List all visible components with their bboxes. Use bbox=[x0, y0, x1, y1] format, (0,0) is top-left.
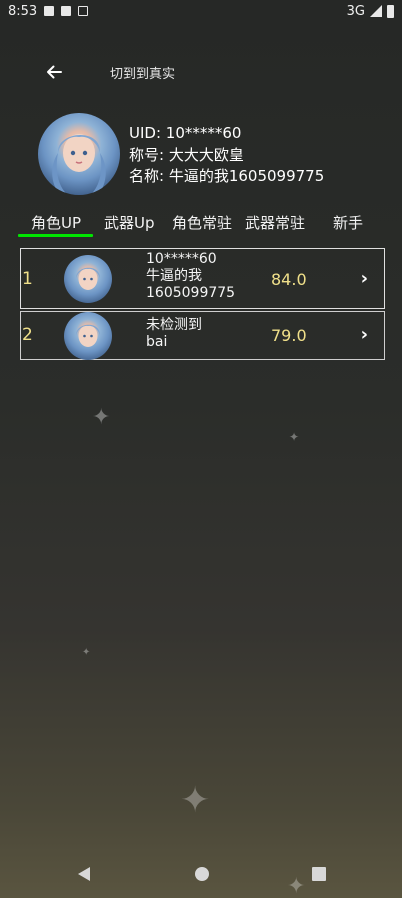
rank-number: 1 bbox=[22, 269, 33, 289]
sd-card-icon bbox=[61, 6, 72, 16]
chevron-right-icon[interactable]: › bbox=[361, 324, 368, 345]
status-right: 3G bbox=[347, 4, 394, 19]
rank-score: 84.0 bbox=[271, 270, 307, 289]
profile-card: UID: 10*****60 称号: 大大大欧皇 名称: 牛逼的我1605099… bbox=[38, 113, 324, 195]
ranking-row[interactable]: 2 未检测到 bai 79.0 › bbox=[20, 311, 385, 360]
active-tab-indicator bbox=[18, 234, 93, 237]
avatar-portrait-icon bbox=[75, 267, 101, 290]
sparkle-icon: ✦ bbox=[289, 430, 300, 444]
tab-weapon-up[interactable]: 武器Up bbox=[104, 212, 155, 233]
top-bar: 切到到真实 bbox=[0, 56, 402, 88]
notification-a-icon bbox=[44, 6, 55, 16]
avatar bbox=[64, 312, 112, 360]
ranking-list: 1 10*****60 牛逼的我 1605099775 84.0 › 2 未检测… bbox=[20, 248, 385, 360]
avatar bbox=[38, 113, 120, 195]
avatar bbox=[64, 255, 112, 303]
profile-info: UID: 10*****60 称号: 大大大欧皇 名称: 牛逼的我1605099… bbox=[129, 123, 324, 188]
tab-weapon-standard[interactable]: 武器常驻 bbox=[245, 212, 305, 233]
switch-to-real-link[interactable]: 切到到真实 bbox=[110, 63, 175, 82]
arrow-left-icon bbox=[47, 65, 62, 79]
rank-uid: 10*****60 bbox=[146, 251, 217, 267]
back-button[interactable] bbox=[40, 58, 68, 86]
avatar-portrait-icon bbox=[75, 324, 101, 347]
rank-nickname: 未检测到 bbox=[146, 317, 202, 333]
sparkle-icon: ✦ bbox=[180, 780, 211, 821]
avatar-portrait-icon bbox=[52, 134, 106, 195]
signal-icon bbox=[370, 5, 382, 17]
tab-character-standard[interactable]: 角色常驻 bbox=[172, 212, 232, 233]
rank-user-info: 未检测到 bai bbox=[146, 317, 202, 351]
rank-score: 79.0 bbox=[271, 326, 307, 345]
pool-tabs: 角色UP 武器Up 角色常驻 武器常驻 新手 bbox=[0, 212, 402, 240]
sparkle-icon: ✦ bbox=[92, 405, 111, 430]
rank-nickname: 牛逼的我 bbox=[146, 268, 202, 284]
rank-user-info: 10*****60 牛逼的我 1605099775 bbox=[146, 251, 235, 302]
tab-beginner[interactable]: 新手 bbox=[333, 212, 363, 233]
status-time: 8:53 bbox=[8, 3, 38, 19]
status-left: 8:53 bbox=[8, 3, 89, 19]
nav-home-icon[interactable] bbox=[195, 867, 209, 881]
rank-id: bai bbox=[146, 334, 168, 350]
battery-icon bbox=[387, 4, 394, 18]
profile-uid: UID: 10*****60 bbox=[129, 124, 242, 142]
network-type: 3G bbox=[346, 3, 365, 19]
status-bar: 8:53 3G bbox=[0, 0, 402, 22]
rank-id: 1605099775 bbox=[146, 285, 236, 301]
chevron-right-icon[interactable]: › bbox=[361, 268, 368, 289]
rank-number: 2 bbox=[22, 325, 33, 345]
sparkle-icon: ✦ bbox=[82, 647, 91, 658]
nav-recent-icon[interactable] bbox=[312, 867, 326, 881]
ranking-row[interactable]: 1 10*****60 牛逼的我 1605099775 84.0 › bbox=[20, 248, 385, 309]
sync-icon bbox=[78, 6, 89, 16]
nav-back-icon[interactable] bbox=[78, 867, 90, 881]
profile-name: 名称: 牛逼的我1605099775 bbox=[129, 167, 325, 185]
system-nav-bar bbox=[0, 850, 402, 898]
tab-character-up[interactable]: 角色UP bbox=[31, 212, 81, 233]
profile-title: 称号: 大大大欧皇 bbox=[129, 145, 244, 164]
